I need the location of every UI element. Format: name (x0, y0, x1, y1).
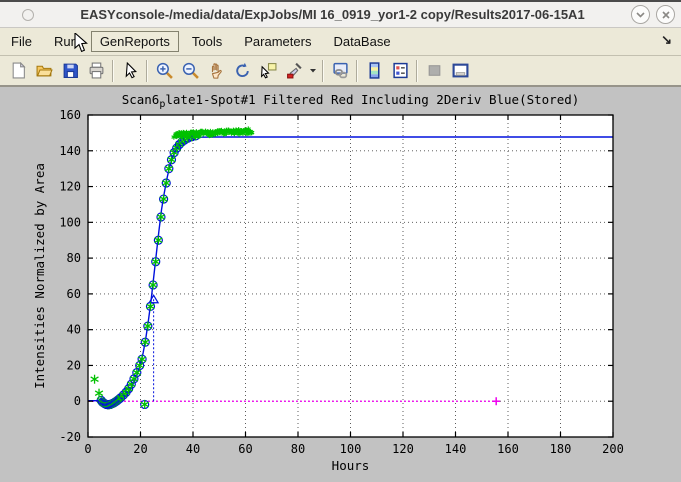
x-tick-label: 100 (340, 442, 362, 456)
x-tick-label: 0 (84, 442, 91, 456)
toolbar-separator (112, 60, 114, 82)
plot-title: Scan6plate1-Spot#1 Filtered Red Includin… (122, 92, 580, 110)
window-menu-button[interactable] (22, 9, 34, 21)
x-tick-label: 160 (497, 442, 519, 456)
menu-tools[interactable]: Tools (183, 31, 231, 52)
insert-colorbar-button[interactable] (361, 59, 387, 83)
y-tick-label: 20 (67, 358, 81, 372)
menubar: ↘ FileRunGenReportsToolsParametersDataBa… (0, 28, 681, 56)
y-tick-label: 140 (59, 144, 81, 158)
brush-icon (286, 62, 303, 79)
window-title: EASYconsole-/media/data/ExpJobs/MI 16_09… (34, 7, 631, 22)
y-tick-label: 100 (59, 215, 81, 229)
open-folder-icon (36, 62, 53, 79)
pan-button[interactable] (203, 59, 229, 83)
hide-plot-tools-button (421, 59, 447, 83)
insert-legend-button[interactable] (387, 59, 413, 83)
link-plots-button[interactable] (327, 59, 353, 83)
toolbar-separator (416, 60, 418, 82)
legend-icon (392, 62, 409, 79)
new-file-button[interactable] (5, 59, 31, 83)
dropdown-caret-icon (309, 62, 317, 79)
app-window: EASYconsole-/media/data/ExpJobs/MI 16_09… (0, 0, 681, 482)
toolbar-separator (146, 60, 148, 82)
rotate-3d-icon (234, 62, 251, 79)
y-tick-label: 40 (67, 323, 81, 337)
pan-hand-icon (208, 62, 225, 79)
rotate-3d-button[interactable] (229, 59, 255, 83)
shade-button[interactable] (631, 5, 650, 24)
colorbar-icon (366, 62, 383, 79)
hide-plot-tools-icon (426, 62, 443, 79)
zoom-in-icon (156, 62, 173, 79)
x-tick-label: 20 (133, 442, 147, 456)
y-tick-label: 80 (67, 251, 81, 265)
dock-figure-icon (452, 62, 469, 79)
y-tick-label: 120 (59, 180, 81, 194)
x-tick-label: 200 (602, 442, 624, 456)
data-cursor-icon (260, 62, 277, 79)
new-file-icon (10, 62, 27, 79)
toolbar-separator (356, 60, 358, 82)
data-cursor-button[interactable] (255, 59, 281, 83)
zoom-out-icon (182, 62, 199, 79)
zoom-out-button[interactable] (177, 59, 203, 83)
toolbar (0, 56, 681, 87)
y-tick-label: -20 (59, 430, 81, 444)
print-figure-button[interactable] (83, 59, 109, 83)
edit-plot-button[interactable] (117, 59, 143, 83)
y-axis-label: Intensities Normalized by Area (32, 163, 47, 389)
x-tick-label: 80 (291, 442, 305, 456)
menu-genreports[interactable]: GenReports (91, 31, 179, 52)
menu-database[interactable]: DataBase (324, 31, 399, 52)
titlebar: EASYconsole-/media/data/ExpJobs/MI 16_09… (0, 2, 681, 28)
pointer-icon (122, 62, 139, 79)
save-figure-button[interactable] (57, 59, 83, 83)
menu-parameters[interactable]: Parameters (235, 31, 320, 52)
chevron-down-icon (636, 12, 645, 18)
menu-file[interactable]: File (2, 31, 41, 52)
toolbar-separator (322, 60, 324, 82)
x-tick-label: 180 (550, 442, 572, 456)
y-tick-label: 160 (59, 108, 81, 122)
figure-canvas: 020406080100120140160180200-200204060801… (0, 87, 681, 482)
x-tick-label: 40 (186, 442, 200, 456)
plot-figure: 020406080100120140160180200-200204060801… (0, 87, 681, 482)
close-icon (662, 11, 670, 19)
y-tick-label: 0 (74, 394, 81, 408)
print-icon (88, 62, 105, 79)
brush-dropdown-button[interactable] (307, 59, 319, 83)
close-button[interactable] (656, 5, 675, 24)
menubar-resize-arrow-icon[interactable]: ↘ (661, 32, 672, 48)
x-tick-label: 120 (392, 442, 414, 456)
open-file-button[interactable] (31, 59, 57, 83)
x-tick-label: 140 (445, 442, 467, 456)
y-tick-label: 60 (67, 287, 81, 301)
save-icon (62, 62, 79, 79)
link-plots-icon (332, 62, 349, 79)
dock-figure-button[interactable] (447, 59, 473, 83)
x-axis-label: Hours (332, 458, 370, 473)
mouse-cursor-icon (74, 33, 89, 54)
brush-data-button[interactable] (281, 59, 307, 83)
zoom-in-button[interactable] (151, 59, 177, 83)
x-tick-label: 60 (238, 442, 252, 456)
